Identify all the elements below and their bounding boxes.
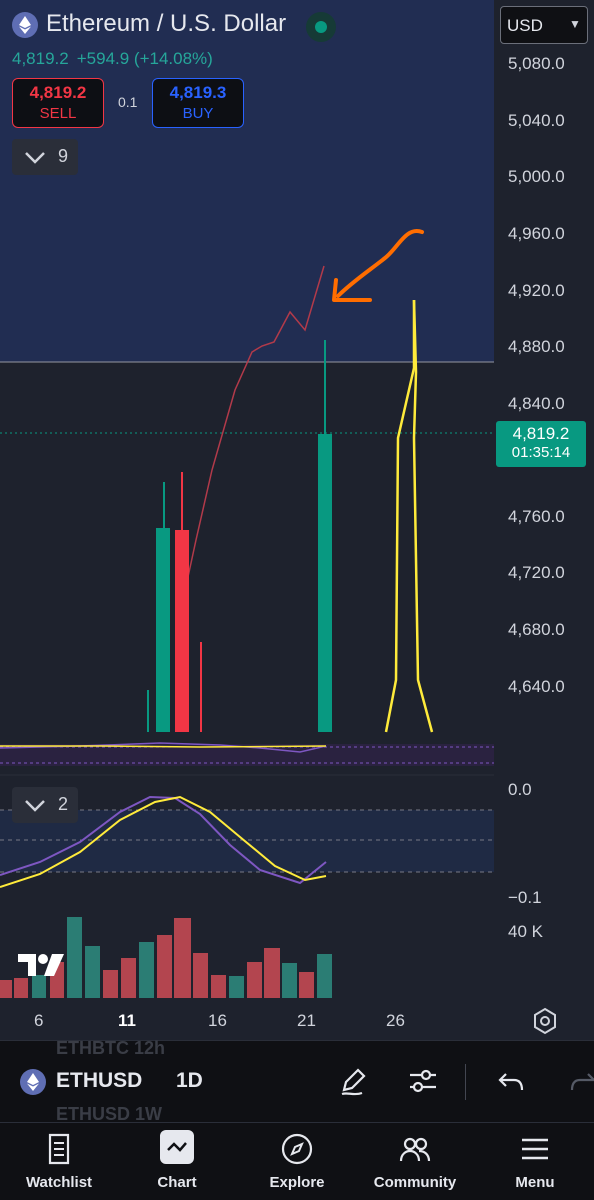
nav-chart[interactable]: Chart xyxy=(122,1122,232,1200)
redo-icon[interactable] xyxy=(566,1064,594,1098)
menu-icon xyxy=(522,1138,548,1160)
oscillator-tick: −0.1 xyxy=(508,888,542,907)
nav-community[interactable]: Community xyxy=(360,1122,470,1200)
watchlist-icon xyxy=(48,1133,70,1165)
tradingview-logo-icon[interactable] xyxy=(16,952,66,985)
nav-label: Explore xyxy=(269,1174,325,1191)
currency-label: USD xyxy=(507,16,543,35)
chevron-down-icon xyxy=(25,800,45,812)
chevron-down-icon: ▼ xyxy=(569,17,581,31)
date-tick: 21 xyxy=(297,1011,316,1030)
price-tick: 4,920.0 xyxy=(508,281,565,300)
highlight-line xyxy=(384,300,416,733)
current-price-label: 4,819.2 01:35:14 xyxy=(496,421,586,467)
currency-select[interactable]: USD ▼ xyxy=(500,6,588,44)
price-tick: 4,720.0 xyxy=(508,563,565,582)
date-tick: 11 xyxy=(118,1011,136,1030)
buy-button[interactable]: 4,819.3 BUY xyxy=(152,78,244,128)
sell-label: SELL xyxy=(39,105,77,122)
price-change: +594.9 (+14.08%) xyxy=(76,49,213,68)
date-tick: 16 xyxy=(208,1011,227,1030)
chevron-down-icon xyxy=(25,152,45,164)
compass-icon xyxy=(281,1133,313,1165)
nav-label: Chart xyxy=(157,1174,197,1191)
spread-value: 0.1 xyxy=(118,94,138,110)
chart-canvas[interactable] xyxy=(0,0,594,1000)
chart-icon xyxy=(160,1130,194,1164)
sell-price: 4,819.2 xyxy=(29,83,87,102)
nav-watchlist[interactable]: Watchlist xyxy=(4,1122,114,1200)
symbol-picker-prev[interactable]: ETHBTC 12h xyxy=(56,1038,165,1059)
price-trend-line xyxy=(182,265,325,601)
chart-area[interactable]: Ethereum / U.S. Dollar 4,819.2 +594.9 (+1… xyxy=(0,0,594,1040)
nav-label: Watchlist xyxy=(25,1174,93,1191)
ethereum-logo-icon xyxy=(20,1069,46,1095)
volume-bar-up xyxy=(156,528,170,732)
price-tick: 4,840.0 xyxy=(508,394,565,413)
nav-menu[interactable]: Menu xyxy=(480,1122,590,1200)
buy-price: 4,819.3 xyxy=(169,83,227,102)
current-price: 4,819.2 xyxy=(512,424,570,443)
bar-countdown: 01:35:14 xyxy=(511,444,571,461)
draw-pencil-icon[interactable] xyxy=(336,1064,370,1098)
price-tick: 5,080.0 xyxy=(508,54,565,73)
nav-explore[interactable]: Explore xyxy=(242,1122,352,1200)
price-tick: 4,760.0 xyxy=(508,507,565,526)
buy-label: BUY xyxy=(182,105,214,122)
chart-settings-icon[interactable] xyxy=(406,1064,440,1098)
last-price: 4,819.2 xyxy=(12,49,69,68)
ethereum-logo-icon xyxy=(12,12,38,38)
volume-bar-down xyxy=(175,530,189,732)
price-tick: 4,880.0 xyxy=(508,337,565,356)
highlight-line xyxy=(412,299,434,733)
symbol-selector[interactable]: ETHUSD xyxy=(56,1069,142,1093)
price-tick: 4,960.0 xyxy=(508,224,565,243)
date-tick: 6 xyxy=(34,1011,44,1030)
volume-tick: 40 K xyxy=(508,922,543,941)
interval-selector[interactable]: 1D xyxy=(176,1069,203,1093)
price-tick: 5,000.0 xyxy=(508,167,565,186)
indicators-toggle[interactable]: 9 xyxy=(12,139,78,175)
current-candle xyxy=(318,434,332,732)
price-tick: 4,640.0 xyxy=(508,677,565,696)
oscillator-count: 2 xyxy=(58,794,69,814)
community-icon xyxy=(399,1137,431,1162)
market-status-icon[interactable] xyxy=(306,12,336,42)
date-tick: 26 xyxy=(386,1011,405,1030)
undo-icon[interactable] xyxy=(494,1064,528,1098)
symbol-title[interactable]: Ethereum / U.S. Dollar xyxy=(46,10,286,38)
annotation-arrow xyxy=(336,229,424,298)
settings-icon[interactable] xyxy=(531,1007,559,1035)
price-tick: 5,040.0 xyxy=(508,111,565,130)
nav-label: Menu xyxy=(515,1174,555,1191)
sell-button[interactable]: 4,819.2 SELL xyxy=(12,78,104,128)
oscillator-toggle[interactable]: 2 xyxy=(12,787,78,823)
price-tick: 4,680.0 xyxy=(508,620,565,639)
oscillator-tick: 0.0 xyxy=(508,780,532,799)
price-summary: 4,819.2 +594.9 (+14.08%) xyxy=(12,49,213,69)
indicators-count: 9 xyxy=(58,146,69,166)
toolbar-divider xyxy=(465,1064,466,1100)
nav-label: Community xyxy=(373,1174,457,1191)
